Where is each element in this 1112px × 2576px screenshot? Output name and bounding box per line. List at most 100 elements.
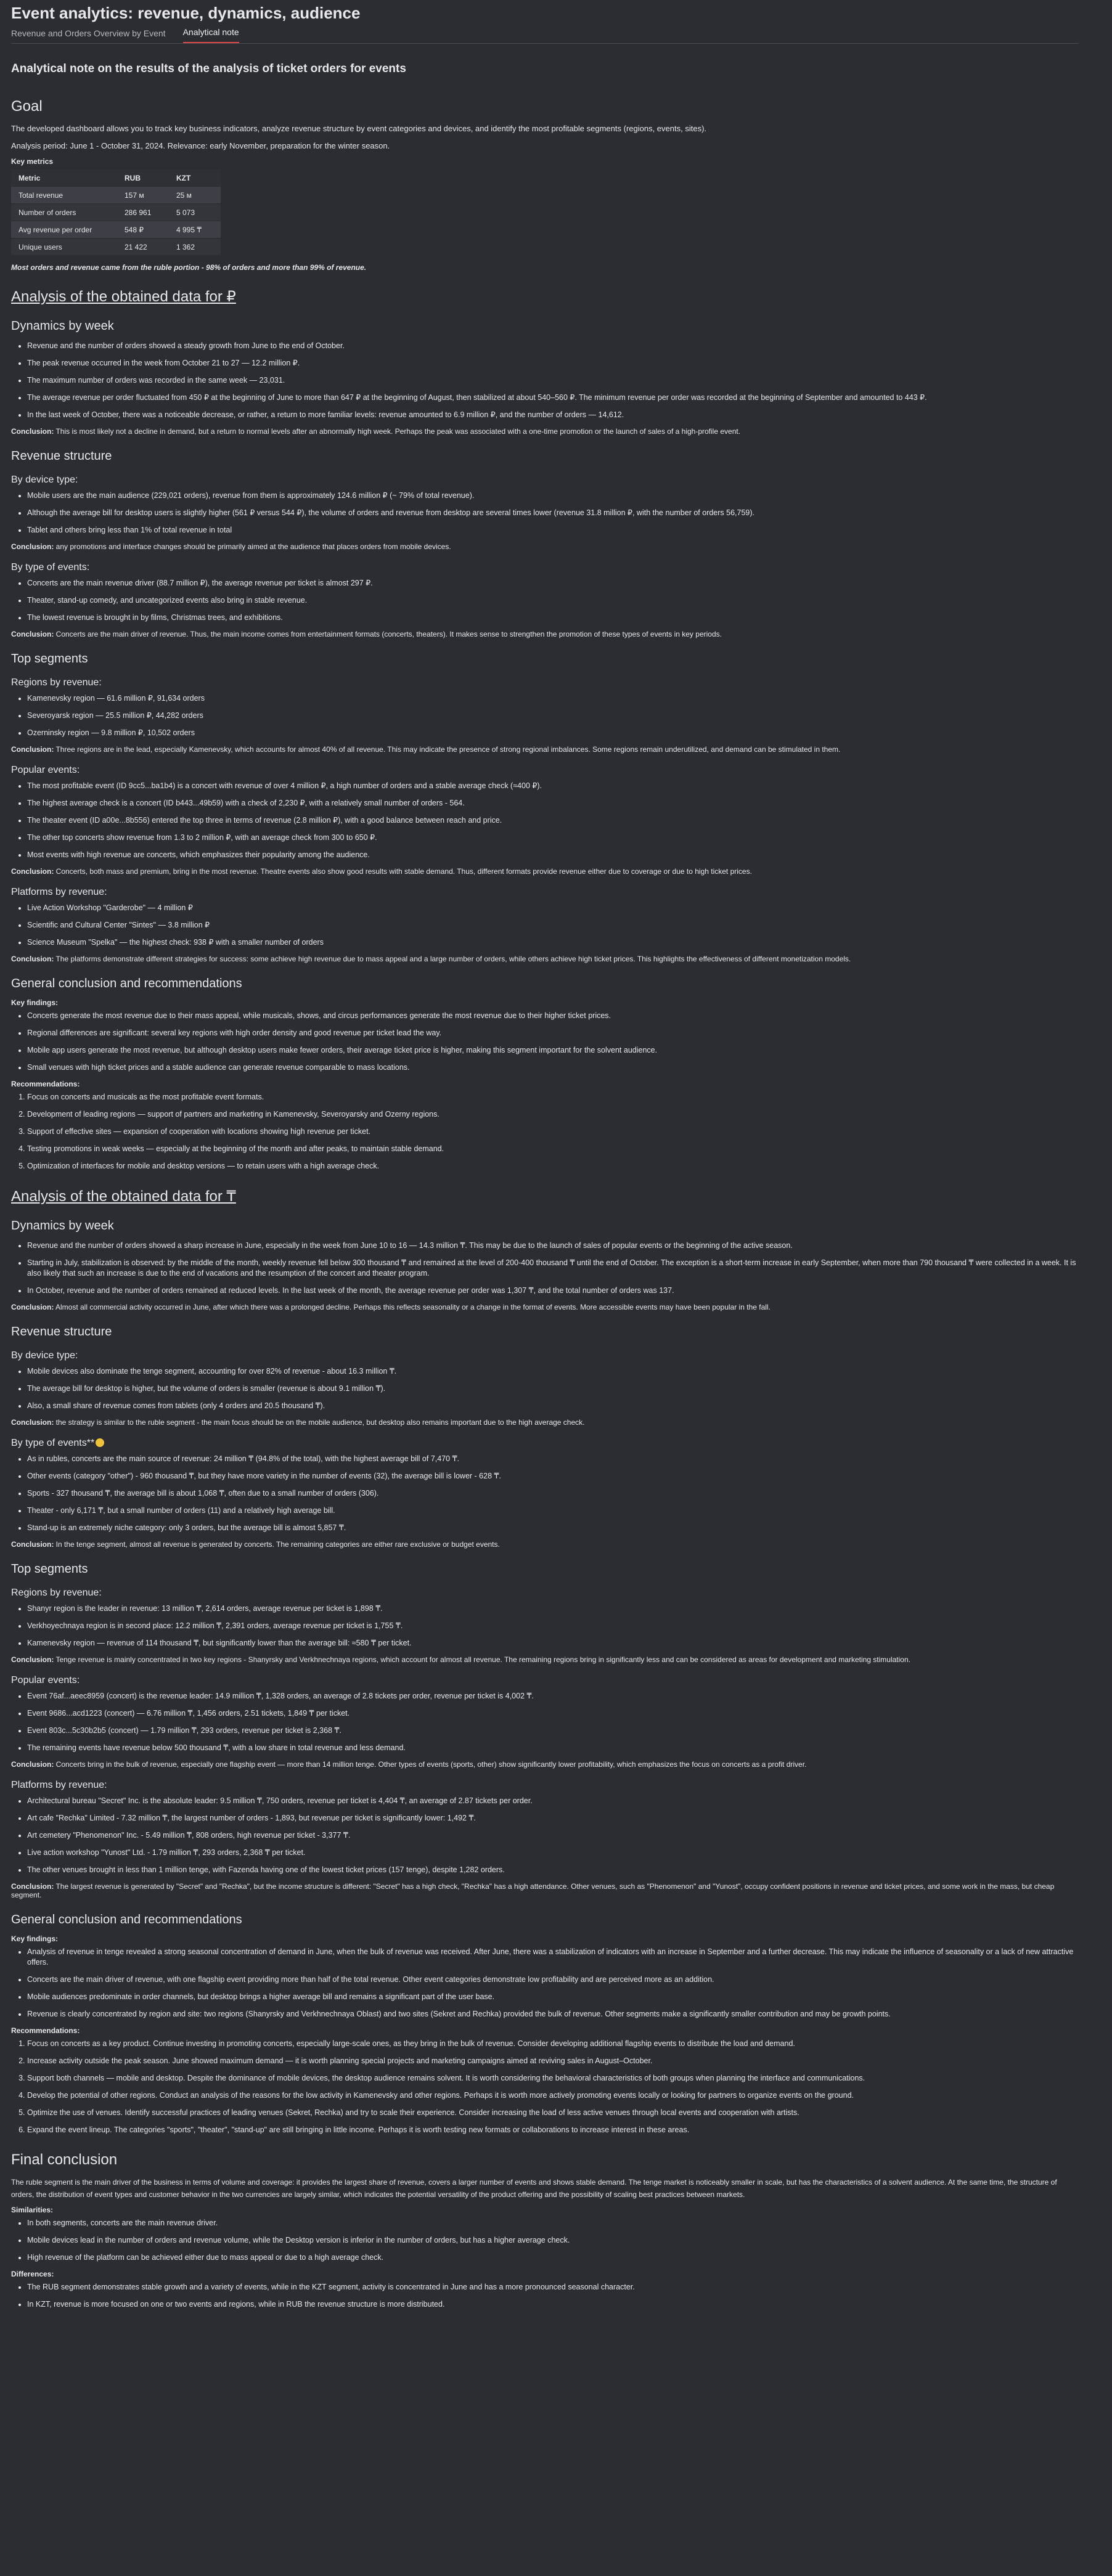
- list-item: Live Action Workshop "Garderobe" — 4 mil…: [27, 903, 1079, 913]
- conclusion: Conclusion: The platforms demonstrate di…: [11, 955, 1079, 963]
- table-row: Unique users 21 422 1 362: [11, 238, 221, 256]
- kzt-region-heading: Regions by revenue:: [11, 1588, 102, 1598]
- kzt-dynamics-list: Revenue and the number of orders showed …: [11, 1241, 1079, 1296]
- kzt-type-list: As in rubles, concerts are the main sour…: [11, 1454, 1079, 1533]
- conclusion-label: Conclusion:: [11, 427, 54, 436]
- rub-dynamics-heading: Dynamics by week: [11, 319, 114, 333]
- list-item: Other events (category "other") - 960 th…: [27, 1471, 1079, 1482]
- table-cell: 157 м: [117, 186, 169, 204]
- list-item: Concerts are the main driver of revenue,…: [27, 1975, 1079, 1985]
- list-item: In KZT, revenue is more focused on one o…: [27, 2299, 1079, 2310]
- rub-findings-list: Concerts generate the most revenue due t…: [11, 1011, 1079, 1073]
- list-item: The most profitable event (ID 9cc5...ba1…: [27, 781, 1079, 791]
- key-findings-label: Key findings:: [11, 998, 59, 1007]
- list-item: In October, revenue and the number of or…: [27, 1286, 1079, 1296]
- rub-dynamics-list: Revenue and the number of orders showed …: [11, 341, 1079, 420]
- list-item: Mobile app users generate the most reven…: [27, 1045, 1079, 1056]
- kzt-popular-list: Event 76af...aeec8959 (concert) is the r…: [11, 1691, 1079, 1753]
- kzt-type-heading: By type of events**: [11, 1438, 95, 1448]
- conclusion-text: The platforms demonstrate different stra…: [54, 955, 851, 963]
- list-item: Live action workshop "Yunost" Ltd. - 1.7…: [27, 1848, 1079, 1858]
- smiley-icon: [96, 1438, 105, 1447]
- key-findings-label: Key findings:: [11, 1934, 59, 1943]
- list-item: Optimization of interfaces for mobile an…: [27, 1161, 1079, 1172]
- list-item: The average revenue per order fluctuated…: [27, 393, 1079, 403]
- list-item: Focus on concerts and musicals as the mo…: [27, 1092, 1079, 1103]
- list-item: Development of leading regions — support…: [27, 1109, 1079, 1120]
- conclusion-text: The largest revenue is generated by "Sec…: [11, 1882, 1055, 1899]
- tab-revenue-overview[interactable]: Revenue and Orders Overview by Event: [11, 28, 166, 43]
- table-cell: 5 073: [169, 203, 221, 221]
- conclusion: Conclusion: Tenge revenue is mainly conc…: [11, 1655, 1079, 1664]
- rub-region-heading: Regions by revenue:: [11, 677, 102, 688]
- tab-analytical-note[interactable]: Analytical note: [182, 27, 239, 43]
- rub-device-heading: By device type:: [11, 475, 78, 485]
- list-item: The lowest revenue is brought in by film…: [27, 613, 1079, 623]
- conclusion-text: Three regions are in the lead, especiall…: [54, 745, 841, 754]
- rub-general-heading: General conclusion and recommendations: [11, 977, 242, 990]
- conclusion-label: Conclusion:: [11, 745, 54, 754]
- kzt-platform-heading: Platforms by revenue:: [11, 1780, 107, 1790]
- list-item: Revenue is clearly concentrated by regio…: [27, 2009, 1079, 2020]
- rub-device-list: Mobile users are the main audience (229,…: [11, 491, 1079, 536]
- table-cell: 4 995 ₸: [169, 221, 221, 238]
- list-item: Concerts are the main revenue driver (88…: [27, 578, 1079, 589]
- list-item: Science Museum "Spelka" — the highest ch…: [27, 937, 1079, 948]
- list-item: Mobile devices lead in the number of ord…: [27, 2235, 1079, 2246]
- list-item: Small venues with high ticket prices and…: [27, 1062, 1079, 1073]
- similarities-list: In both segments, concerts are the main …: [11, 2218, 1079, 2263]
- similarities-label: Similarities:: [11, 2206, 54, 2214]
- list-item: Kamenevsky region — 61.6 million ₽, 91,6…: [27, 693, 1079, 704]
- list-item: Event 9686...acd1223 (concert) — 6.76 mi…: [27, 1708, 1079, 1719]
- conclusion: Conclusion: The largest revenue is gener…: [11, 1882, 1079, 1899]
- differences-list: The RUB segment demonstrates stable grow…: [11, 2282, 1079, 2310]
- goal-text: The developed dashboard allows you to tr…: [11, 124, 707, 133]
- list-item: Increase activity outside the peak seaso…: [27, 2056, 1079, 2066]
- list-item: Event 803c...5c30b2b5 (concert) — 1.79 m…: [27, 1726, 1079, 1736]
- rub-popular-list: The most profitable event (ID 9cc5...ba1…: [11, 781, 1079, 860]
- conclusion-text: Concerts are the main driver of revenue.…: [54, 630, 722, 638]
- conclusion-text: Concerts, both mass and premium, bring i…: [54, 867, 752, 876]
- table-cell: 25 м: [169, 186, 221, 204]
- list-item: Ozerninsky region — 9.8 million ₽, 10,50…: [27, 728, 1079, 738]
- list-item: Although the average bill for desktop us…: [27, 508, 1079, 518]
- conclusion-text: Almost all commercial activity occurred …: [54, 1303, 771, 1311]
- list-item: Optimize the use of venues. Identify suc…: [27, 2108, 1079, 2118]
- kzt-device-heading: By device type:: [11, 1350, 78, 1361]
- note-title: Analytical note on the results of the an…: [11, 62, 406, 75]
- list-item: Concerts generate the most revenue due t…: [27, 1011, 1079, 1021]
- conclusion-text: Tenge revenue is mainly concentrated in …: [54, 1655, 910, 1664]
- kzt-recommendations-list: Focus on concerts as a key product. Cont…: [11, 2039, 1079, 2135]
- goal-emphasis: Most orders and revenue came from the ru…: [11, 263, 367, 272]
- list-item: Develop the potential of other regions. …: [27, 2090, 1079, 2101]
- list-item: Also, a small share of revenue comes fro…: [27, 1401, 1079, 1411]
- rub-type-list: Concerts are the main revenue driver (88…: [11, 578, 1079, 623]
- list-item: The peak revenue occurred in the week fr…: [27, 358, 1079, 369]
- rub-heading: Analysis of the obtained data for ₽: [11, 288, 236, 305]
- table-cell: Number of orders: [11, 203, 117, 221]
- conclusion: Conclusion: In the tenge segment, almost…: [11, 1540, 1079, 1549]
- kzt-top-heading: Top segments: [11, 1562, 88, 1576]
- table-cell: Unique users: [11, 238, 117, 256]
- list-item: Art cemetery "Phenomenon" Inc. - 5.49 mi…: [27, 1830, 1079, 1841]
- conclusion-label: Conclusion:: [11, 542, 54, 551]
- rub-type-heading: By type of events:: [11, 562, 90, 573]
- conclusion-text: In the tenge segment, almost all revenue…: [54, 1540, 500, 1549]
- list-item: Starting in July, stabilization is obser…: [27, 1258, 1079, 1279]
- conclusion-label: Conclusion:: [11, 1418, 54, 1427]
- conclusion: Conclusion: the strategy is similar to t…: [11, 1418, 1079, 1427]
- list-item: Analysis of revenue in tenge revealed a …: [27, 1947, 1079, 1968]
- table-header: KZT: [169, 169, 221, 187]
- kzt-type-heading-row: By type of events**: [11, 1438, 1079, 1449]
- list-item: The other venues brought in less than 1 …: [27, 1865, 1079, 1875]
- table-header: RUB: [117, 169, 169, 187]
- list-item: Revenue and the number of orders showed …: [27, 1241, 1079, 1251]
- list-item: Support both channels — mobile and deskt…: [27, 2073, 1079, 2084]
- tab-bar: Revenue and Orders Overview by Event Ana…: [11, 25, 1079, 44]
- list-item: Mobile users are the main audience (229,…: [27, 491, 1079, 501]
- list-item: The remaining events have revenue below …: [27, 1743, 1079, 1753]
- list-item: Shanyr region is the leader in revenue: …: [27, 1604, 1079, 1614]
- table-row: Number of orders 286 961 5 073: [11, 203, 221, 221]
- goal-heading: Goal: [11, 98, 43, 115]
- table-cell: 21 422: [117, 238, 169, 256]
